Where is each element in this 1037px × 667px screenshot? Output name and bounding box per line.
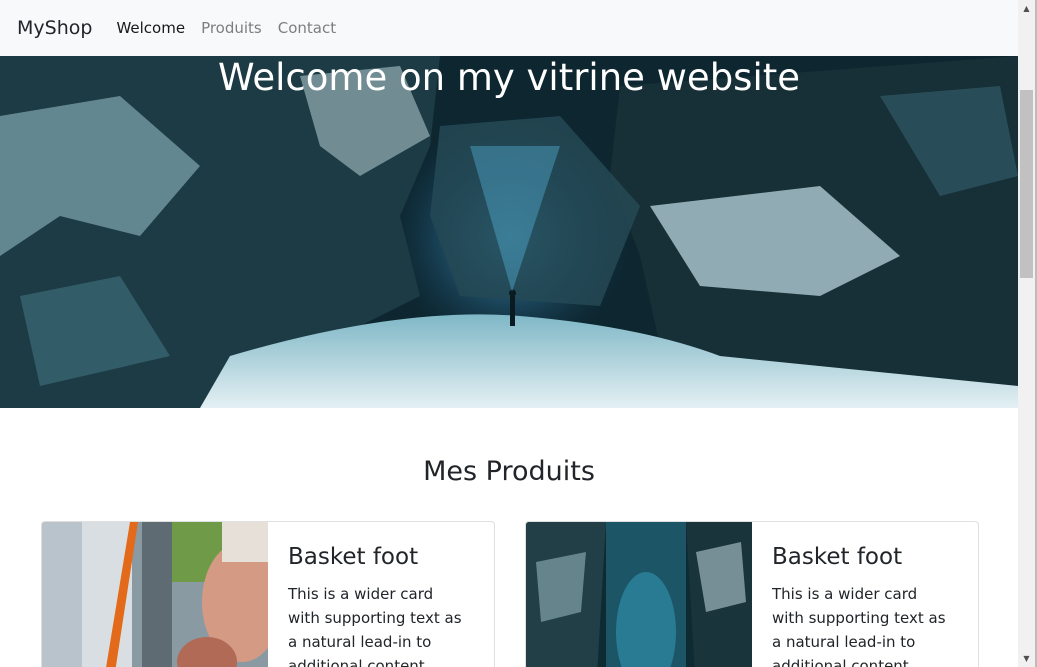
hero-image (0, 56, 1018, 408)
arrow-up-icon[interactable]: ▲ (1018, 0, 1035, 17)
card-title: Basket foot (288, 544, 419, 570)
page-viewport: MyShop Welcome Produits Contact Welcome … (0, 0, 1018, 667)
product-card[interactable]: Basket foot This is a wider card with su… (41, 521, 495, 667)
navbar: MyShop Welcome Produits Contact (0, 0, 1018, 56)
card-body: Basket foot This is a wider card with su… (752, 522, 972, 667)
vertical-scrollbar[interactable]: ▲ ▼ (1018, 0, 1035, 667)
nav-link-welcome[interactable]: Welcome (116, 19, 185, 37)
nav-link-contact[interactable]: Contact (278, 19, 336, 37)
product-card[interactable]: Basket foot This is a wider card with su… (525, 521, 979, 667)
arrow-down-icon[interactable]: ▼ (1018, 650, 1035, 667)
nav-link-produits[interactable]: Produits (201, 19, 262, 37)
product-image-city (42, 522, 268, 667)
hero-title: Welcome on my vitrine website (217, 56, 801, 99)
hero-banner: Welcome on my vitrine website (0, 56, 1018, 408)
card-text: This is a wider card with supporting tex… (772, 585, 946, 667)
scrollbar-thumb[interactable] (1020, 90, 1033, 278)
card-text: This is a wider card with supporting tex… (288, 585, 462, 667)
product-image-cave (526, 522, 752, 667)
card-title: Basket foot (772, 544, 903, 570)
card-body: Basket foot This is a wider card with su… (268, 522, 488, 667)
products-heading: Mes Produits (423, 456, 595, 487)
nav-links: Welcome Produits Contact (116, 19, 336, 37)
brand-link[interactable]: MyShop (17, 17, 92, 39)
